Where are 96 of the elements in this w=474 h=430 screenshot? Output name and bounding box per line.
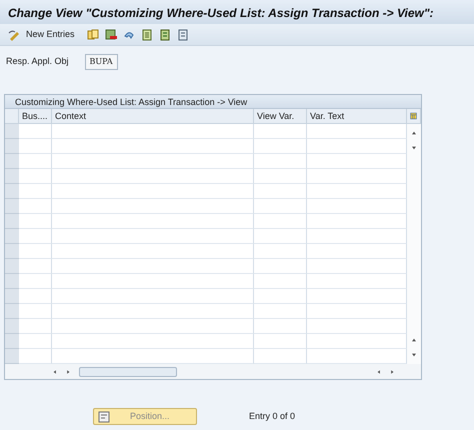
table-cell[interactable]: [19, 214, 52, 229]
row-selector[interactable]: [5, 199, 19, 214]
table-cell[interactable]: [52, 319, 254, 334]
table-cell[interactable]: [19, 319, 52, 334]
table-cell[interactable]: [52, 229, 254, 244]
table-cell[interactable]: [52, 154, 254, 169]
table-cell[interactable]: [254, 139, 307, 154]
row-selector[interactable]: [5, 124, 19, 139]
entry-count: Entry 0 of 0: [249, 410, 296, 423]
row-selector[interactable]: [5, 214, 19, 229]
copy-icon[interactable]: [86, 28, 99, 40]
table-cell[interactable]: [52, 274, 254, 289]
table-cell[interactable]: [19, 169, 52, 184]
table-cell[interactable]: [19, 154, 52, 169]
pen-icon[interactable]: [8, 28, 20, 40]
row-selector[interactable]: [5, 139, 19, 154]
table-cell[interactable]: [307, 229, 407, 244]
table-cell[interactable]: [52, 304, 254, 319]
field-value[interactable]: BUPA: [84, 54, 118, 70]
new-entries-button[interactable]: New Entries: [26, 28, 75, 42]
table-cell[interactable]: [307, 334, 407, 349]
table-cell[interactable]: [52, 199, 254, 214]
column-header[interactable]: View Var.: [254, 109, 307, 124]
table-cell[interactable]: [307, 259, 407, 274]
document-icon[interactable]: [176, 28, 189, 40]
row-selector[interactable]: [5, 274, 19, 289]
table-cell[interactable]: [254, 154, 307, 169]
table-cell[interactable]: [254, 169, 307, 184]
table-cell[interactable]: [19, 289, 52, 304]
row-selector[interactable]: [5, 259, 19, 274]
table-cell[interactable]: [307, 244, 407, 259]
table-cell[interactable]: [254, 214, 307, 229]
row-selector[interactable]: [5, 349, 19, 364]
list-icon[interactable]: [140, 28, 153, 40]
column-header[interactable]: Var. Text: [307, 109, 407, 124]
table-cell[interactable]: [52, 244, 254, 259]
row-selector[interactable]: [5, 289, 19, 304]
table-cell[interactable]: [19, 334, 52, 349]
field-label: Resp. Appl. Obj: [6, 55, 69, 68]
table-cell[interactable]: [254, 124, 307, 139]
row-selector[interactable]: [5, 319, 19, 334]
table-cell[interactable]: [254, 244, 307, 259]
table-cell[interactable]: [19, 199, 52, 214]
table-cell[interactable]: [19, 229, 52, 244]
delete-icon[interactable]: [104, 28, 117, 40]
table-cell[interactable]: [52, 214, 254, 229]
header-corner: [5, 109, 19, 124]
column-header[interactable]: Context: [52, 109, 254, 124]
table-cell[interactable]: [52, 259, 254, 274]
table-cell[interactable]: [307, 184, 407, 199]
table-cell[interactable]: [307, 199, 407, 214]
table-cell[interactable]: [52, 124, 254, 139]
row-selector[interactable]: [5, 154, 19, 169]
table-cell[interactable]: [307, 274, 407, 289]
table-title: Customizing Where-Used List: Assign Transaction -> View: [5, 95, 421, 109]
row-selector[interactable]: [5, 169, 19, 184]
table-cell[interactable]: [254, 304, 307, 319]
table-cell[interactable]: [19, 139, 52, 154]
list-icon[interactable]: [158, 28, 171, 40]
table-cell[interactable]: [19, 259, 52, 274]
table-cell[interactable]: [254, 259, 307, 274]
row-selector[interactable]: [5, 229, 19, 244]
table-cell[interactable]: [52, 289, 254, 304]
table-cell[interactable]: [307, 139, 407, 154]
table-cell[interactable]: [307, 319, 407, 334]
table-cell[interactable]: [52, 139, 254, 154]
row-selector[interactable]: [5, 334, 19, 349]
column-header[interactable]: Bus....: [19, 109, 52, 124]
table-cell[interactable]: [254, 274, 307, 289]
table-cell[interactable]: [254, 289, 307, 304]
table-cell[interactable]: [19, 304, 52, 319]
row-selector[interactable]: [5, 184, 19, 199]
table-cell[interactable]: [19, 184, 52, 199]
table-cell[interactable]: [254, 319, 307, 334]
row-selector[interactable]: [5, 304, 19, 319]
table-cell[interactable]: [254, 334, 307, 349]
table-cell[interactable]: [307, 304, 407, 319]
table-cell[interactable]: [254, 184, 307, 199]
table-cell[interactable]: [307, 169, 407, 184]
column-settings-icon[interactable]: [410, 110, 417, 122]
table-cell[interactable]: [307, 154, 407, 169]
table-cell[interactable]: [19, 274, 52, 289]
table-cell[interactable]: [52, 334, 254, 349]
table-cell[interactable]: [307, 214, 407, 229]
table-cell[interactable]: [254, 199, 307, 214]
table-cell[interactable]: [19, 244, 52, 259]
window-title: Change View "Customizing Where-Used List: Assign Transaction -> View":: [0, 0, 474, 24]
table-cell[interactable]: [52, 169, 254, 184]
vertical-scrollbar[interactable]: [407, 124, 421, 364]
table-cell[interactable]: [19, 124, 52, 139]
position-icon: [98, 410, 110, 422]
row-selector[interactable]: [5, 244, 19, 259]
table-cell[interactable]: [52, 184, 254, 199]
scrollbar-thumb[interactable]: [79, 366, 177, 376]
table-cell[interactable]: [254, 229, 307, 244]
table-cell[interactable]: [307, 289, 407, 304]
